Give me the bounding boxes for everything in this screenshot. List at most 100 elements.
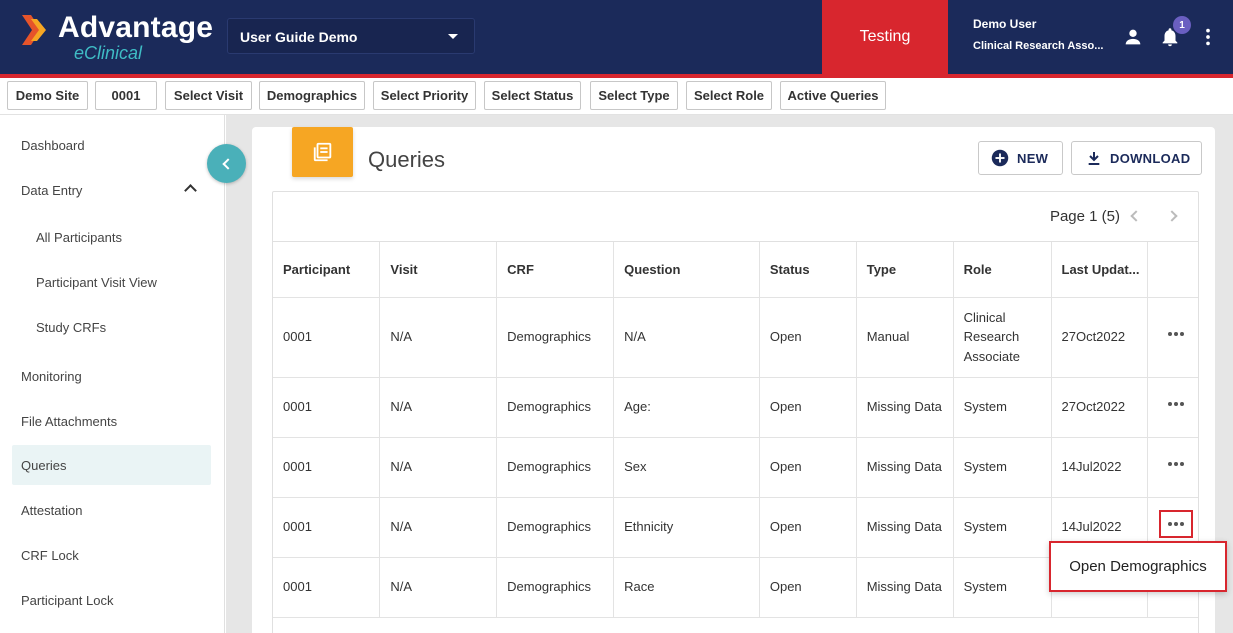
sidebar-item-label: Participant Visit View (36, 274, 157, 290)
cell-type: Missing Data (856, 497, 954, 558)
sidebar-item-file-attachments[interactable]: File Attachments (12, 401, 211, 441)
cell-role: System (953, 437, 1052, 498)
user-icon[interactable] (1122, 26, 1144, 48)
sidebar-item-participant-lock[interactable]: Participant Lock (12, 580, 211, 620)
col-type[interactable]: Type (856, 242, 954, 298)
new-query-button[interactable]: NEW (978, 141, 1063, 175)
row-more-icon[interactable] (1162, 323, 1190, 345)
row-more-icon[interactable] (1162, 453, 1190, 475)
cell-crf: Demographics (496, 297, 615, 378)
col-role[interactable]: Role (953, 242, 1052, 298)
cell-participant: 0001 (273, 297, 381, 378)
cell-visit: N/A (379, 437, 498, 498)
sidebar-item-queries[interactable]: Queries (12, 445, 211, 485)
study-select-label: User Guide Demo (240, 29, 358, 45)
study-select[interactable]: User Guide Demo (227, 18, 475, 54)
cell-actions (1147, 437, 1198, 498)
cell-participant: 0001 (273, 377, 381, 438)
download-label: DOWNLOAD (1110, 150, 1191, 166)
table-row[interactable]: 0001 N/A Demographics Sex Open Missing D… (273, 437, 1198, 498)
row-more-icon[interactable] (1162, 393, 1190, 415)
download-button[interactable]: DOWNLOAD (1071, 141, 1202, 175)
cell-crf: Demographics (496, 437, 615, 498)
filter-participant[interactable]: 0001 (95, 81, 157, 110)
next-page-icon[interactable] (1166, 210, 1178, 222)
col-last-updated[interactable]: Last Updat... (1051, 242, 1149, 298)
cell-last-updated: 27Oct2022 (1051, 297, 1149, 378)
cell-participant: 0001 (273, 497, 381, 558)
cell-status: Open (759, 497, 857, 558)
filter-active-queries[interactable]: Active Queries (780, 81, 886, 110)
cell-status: Open (759, 557, 857, 618)
chevron-left-icon (222, 157, 234, 170)
cell-question: Ethnicity (613, 497, 760, 558)
sidebar-item-participant-visit-view[interactable]: Participant Visit View (12, 262, 211, 302)
col-participant[interactable]: Participant (273, 242, 381, 298)
sidebar-item-label: Dashboard (21, 137, 85, 153)
filter-status[interactable]: Select Status (484, 81, 581, 110)
sidebar-item-label: All Participants (36, 229, 122, 245)
filter-type[interactable]: Select Type (590, 81, 678, 110)
sidebar-item-label: Queries (21, 457, 67, 473)
sidebar-item-all-participants[interactable]: All Participants (12, 217, 211, 257)
cell-role: System (953, 557, 1052, 618)
cell-crf: Demographics (496, 557, 615, 618)
row-more-icon[interactable] (1159, 510, 1194, 539)
col-question[interactable]: Question (613, 242, 760, 298)
cell-role: System (953, 377, 1052, 438)
app-header: Advantage eClinical User Guide Demo Test… (0, 0, 1233, 78)
page-indicator: Page 1 (5) (1049, 208, 1120, 225)
filter-site[interactable]: Demo Site (7, 81, 88, 110)
cell-visit: N/A (379, 497, 498, 558)
cell-type: Manual (856, 297, 954, 378)
prev-page-icon[interactable] (1130, 210, 1142, 222)
sidebar-item-data-entry[interactable]: Data Entry (12, 170, 211, 210)
sidebar-item-label: Participant Lock (21, 592, 114, 608)
cell-actions (1147, 377, 1198, 438)
sidebar-item-study-crfs[interactable]: Study CRFs (12, 307, 211, 347)
chevron-up-icon (184, 184, 197, 197)
cell-question: N/A (613, 297, 760, 378)
notification-count-badge: 1 (1173, 16, 1191, 34)
cell-status: Open (759, 377, 857, 438)
row-menu-open-demographics[interactable]: Open Demographics (1049, 541, 1227, 592)
table-row[interactable]: 0001 N/A Demographics N/A Open Manual Cl… (273, 297, 1198, 378)
cell-visit: N/A (379, 557, 498, 618)
col-visit[interactable]: Visit (379, 242, 498, 298)
sidebar-item-label: Data Entry (21, 182, 83, 198)
sidebar-item-dashboard[interactable]: Dashboard (12, 125, 211, 165)
logo-chevrons-icon (22, 15, 50, 45)
sidebar-item-attestation[interactable]: Attestation (12, 490, 211, 530)
filter-priority[interactable]: Select Priority (373, 81, 476, 110)
sidebar-item-label: File Attachments (21, 413, 118, 429)
cell-last-updated: 27Oct2022 (1051, 377, 1149, 438)
filter-bar: Demo Site 0001 Select Visit Demographics… (0, 78, 1233, 115)
environment-badge: Testing (822, 0, 948, 74)
new-query-label: NEW (1017, 150, 1049, 166)
user-info[interactable]: Demo User Clinical Research Asso... (973, 17, 1103, 53)
cell-crf: Demographics (496, 377, 615, 438)
caret-down-icon (448, 34, 458, 39)
sidebar-item-crf-lock[interactable]: CRF Lock (12, 535, 211, 575)
filter-crf[interactable]: Demographics (259, 81, 365, 110)
col-crf[interactable]: CRF (496, 242, 615, 298)
sidebar-item-monitoring[interactable]: Monitoring (12, 356, 211, 396)
cell-status: Open (759, 297, 857, 378)
cell-question: Race (613, 557, 760, 618)
filter-visit[interactable]: Select Visit (165, 81, 252, 110)
sidebar-collapse-button[interactable] (207, 144, 246, 183)
app-logo[interactable]: Advantage eClinical (22, 12, 213, 64)
user-role: Clinical Research Asso... (973, 40, 1104, 52)
sidebar: Dashboard Data Entry All Participants Pa… (0, 115, 225, 633)
cell-question: Sex (613, 437, 760, 498)
logo-title: Advantage (58, 11, 214, 44)
cell-question: Age: (613, 377, 760, 438)
sidebar-item-label: Attestation (21, 502, 83, 518)
filter-role[interactable]: Select Role (686, 81, 772, 110)
user-name: Demo User (973, 17, 1037, 31)
sidebar-item-label: CRF Lock (21, 547, 79, 563)
table-row[interactable]: 0001 N/A Demographics Age: Open Missing … (273, 377, 1198, 438)
col-status[interactable]: Status (759, 242, 857, 298)
page-title: Queries (368, 147, 446, 172)
more-vertical-icon[interactable] (1197, 26, 1219, 48)
